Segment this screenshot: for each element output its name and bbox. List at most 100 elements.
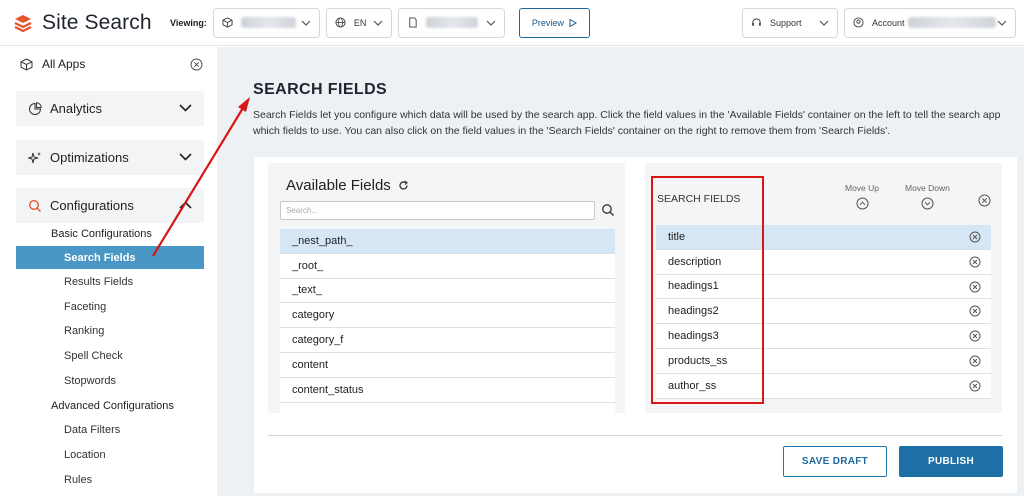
available-field-item[interactable]: _text_ (280, 278, 615, 304)
search-field-item[interactable]: headings1 (656, 274, 991, 300)
search-field-label: author_ss (668, 379, 717, 392)
sparkle-icon (28, 151, 41, 163)
remove-icon[interactable] (969, 305, 981, 317)
all-apps-label: All Apps (42, 57, 86, 71)
search-field-item[interactable]: title (656, 225, 991, 250)
sidebar-item-location[interactable]: Location (64, 449, 106, 461)
search-fields-list: title description headings1 headings2 he… (656, 225, 991, 399)
nav-optimizations[interactable]: Optimizations (16, 140, 204, 175)
divider (268, 435, 1002, 436)
search-fields-panel: SEARCH FIELDS Move Up Move Down title de… (645, 163, 1002, 413)
chevron-down-icon (179, 153, 192, 161)
search-field-item[interactable]: products_ss (656, 348, 991, 374)
move-down-control[interactable]: Move Down (905, 183, 950, 210)
clear-all-icon[interactable] (978, 194, 991, 207)
app-name-redacted (240, 17, 296, 28)
search-field-item[interactable]: headings2 (656, 299, 991, 325)
preview-button[interactable]: Preview (518, 7, 590, 38)
headset-icon (752, 18, 761, 26)
chevron-down-icon (486, 20, 496, 26)
user-icon (853, 17, 864, 28)
viewing-label: Viewing: (170, 17, 207, 28)
chevron-down-icon (301, 20, 311, 26)
search-field-item[interactable]: author_ss (656, 373, 991, 399)
sidebar-item-spell-check[interactable]: Spell Check (64, 350, 123, 362)
search-field-item[interactable]: description (656, 249, 991, 275)
preview-label: Preview (531, 17, 564, 28)
advanced-configurations-heading: Advanced Configurations (51, 400, 174, 412)
available-field-item[interactable]: category (280, 303, 615, 329)
remove-icon[interactable] (969, 231, 981, 243)
chevron-down-icon (997, 20, 1007, 26)
save-draft-button[interactable]: SAVE DRAFT (783, 446, 887, 477)
chevron-up-icon (179, 201, 192, 209)
app-name: Site Search (42, 10, 152, 34)
available-field-item[interactable]: _nest_path_ (280, 229, 615, 254)
publish-button[interactable]: PUBLISH (899, 446, 1003, 477)
close-sidebar-icon[interactable] (190, 58, 203, 71)
move-up-label: Move Up (845, 183, 880, 193)
remove-icon[interactable] (969, 281, 981, 293)
page-title: SEARCH FIELDS (253, 81, 388, 98)
app-selector[interactable] (212, 7, 320, 38)
all-apps-link[interactable]: All Apps (20, 57, 85, 71)
nav-configurations[interactable]: Configurations (16, 188, 204, 223)
sidebar-item-ranking[interactable]: Ranking (64, 325, 104, 337)
site-search-logo-icon (14, 14, 32, 32)
support-label: Support (770, 17, 802, 28)
chevron-down-circle-icon (921, 197, 934, 210)
globe-icon (335, 17, 346, 28)
main-content: SEARCH FIELDS Search Fields let you conf… (217, 47, 1024, 496)
pie-chart-icon (29, 101, 42, 115)
remove-icon[interactable] (969, 355, 981, 367)
sidebar-item-label: Search Fields (64, 251, 136, 264)
search-field-label: title (668, 230, 686, 243)
sidebar-item-faceting[interactable]: Faceting (64, 301, 106, 313)
search-icon[interactable] (601, 203, 615, 217)
configuration-card: Available Fields _nest_path_ _root_ _tex… (254, 157, 1017, 493)
sidebar-item-stopwords[interactable]: Stopwords (64, 375, 116, 387)
available-fields-panel: Available Fields _nest_path_ _root_ _tex… (268, 163, 625, 413)
language-selector[interactable]: EN (325, 7, 392, 38)
search-field-label: headings2 (668, 305, 719, 318)
remove-icon[interactable] (969, 330, 981, 342)
account-menu[interactable]: Account (844, 7, 1016, 38)
source-name-redacted (425, 17, 478, 28)
available-field-item[interactable]: content_status (280, 377, 615, 403)
sidebar-item-results-fields[interactable]: Results Fields (64, 276, 133, 288)
available-fields-label: Available Fields (286, 177, 391, 194)
nav-configurations-label: Configurations (50, 198, 134, 213)
move-up-control[interactable]: Move Up (845, 183, 879, 210)
available-field-item[interactable]: category_f (280, 328, 615, 353)
nav-optimizations-label: Optimizations (50, 150, 129, 165)
cube-icon (20, 57, 33, 71)
available-field-item-partial (280, 402, 615, 413)
search-field-item[interactable]: headings3 (656, 324, 991, 349)
remove-icon[interactable] (969, 256, 981, 268)
refresh-icon[interactable] (398, 180, 409, 191)
sidebar-item-rules[interactable]: Rules (64, 474, 92, 486)
search-field-label: headings3 (668, 330, 719, 343)
cube-icon (222, 17, 233, 28)
chevron-down-icon (373, 20, 383, 26)
sidebar-item-data-filters[interactable]: Data Filters (64, 424, 120, 436)
chevron-down-icon (179, 104, 192, 112)
available-fields-search-input[interactable] (280, 201, 595, 220)
nav-analytics[interactable]: Analytics (16, 91, 204, 126)
remove-icon[interactable] (969, 380, 981, 392)
support-menu[interactable]: Support (742, 7, 838, 38)
source-selector[interactable] (397, 7, 505, 38)
nav-analytics-label: Analytics (50, 101, 103, 116)
search-field-label: products_ss (668, 354, 728, 367)
account-name-redacted (907, 17, 996, 28)
page-description: Search Fields let you configure which da… (253, 109, 1001, 137)
search-field-label: description (668, 255, 722, 268)
search-fields-title: SEARCH FIELDS (657, 193, 741, 205)
brand[interactable]: Site Search (0, 11, 170, 35)
available-field-item[interactable]: _root_ (280, 253, 615, 279)
sidebar-item-search-fields[interactable]: Search Fields (16, 246, 204, 269)
move-down-label: Move Down (905, 183, 950, 193)
available-field-item[interactable]: content (280, 352, 615, 378)
available-fields-list: _nest_path_ _root_ _text_ category categ… (280, 229, 615, 413)
search-icon (28, 199, 41, 212)
